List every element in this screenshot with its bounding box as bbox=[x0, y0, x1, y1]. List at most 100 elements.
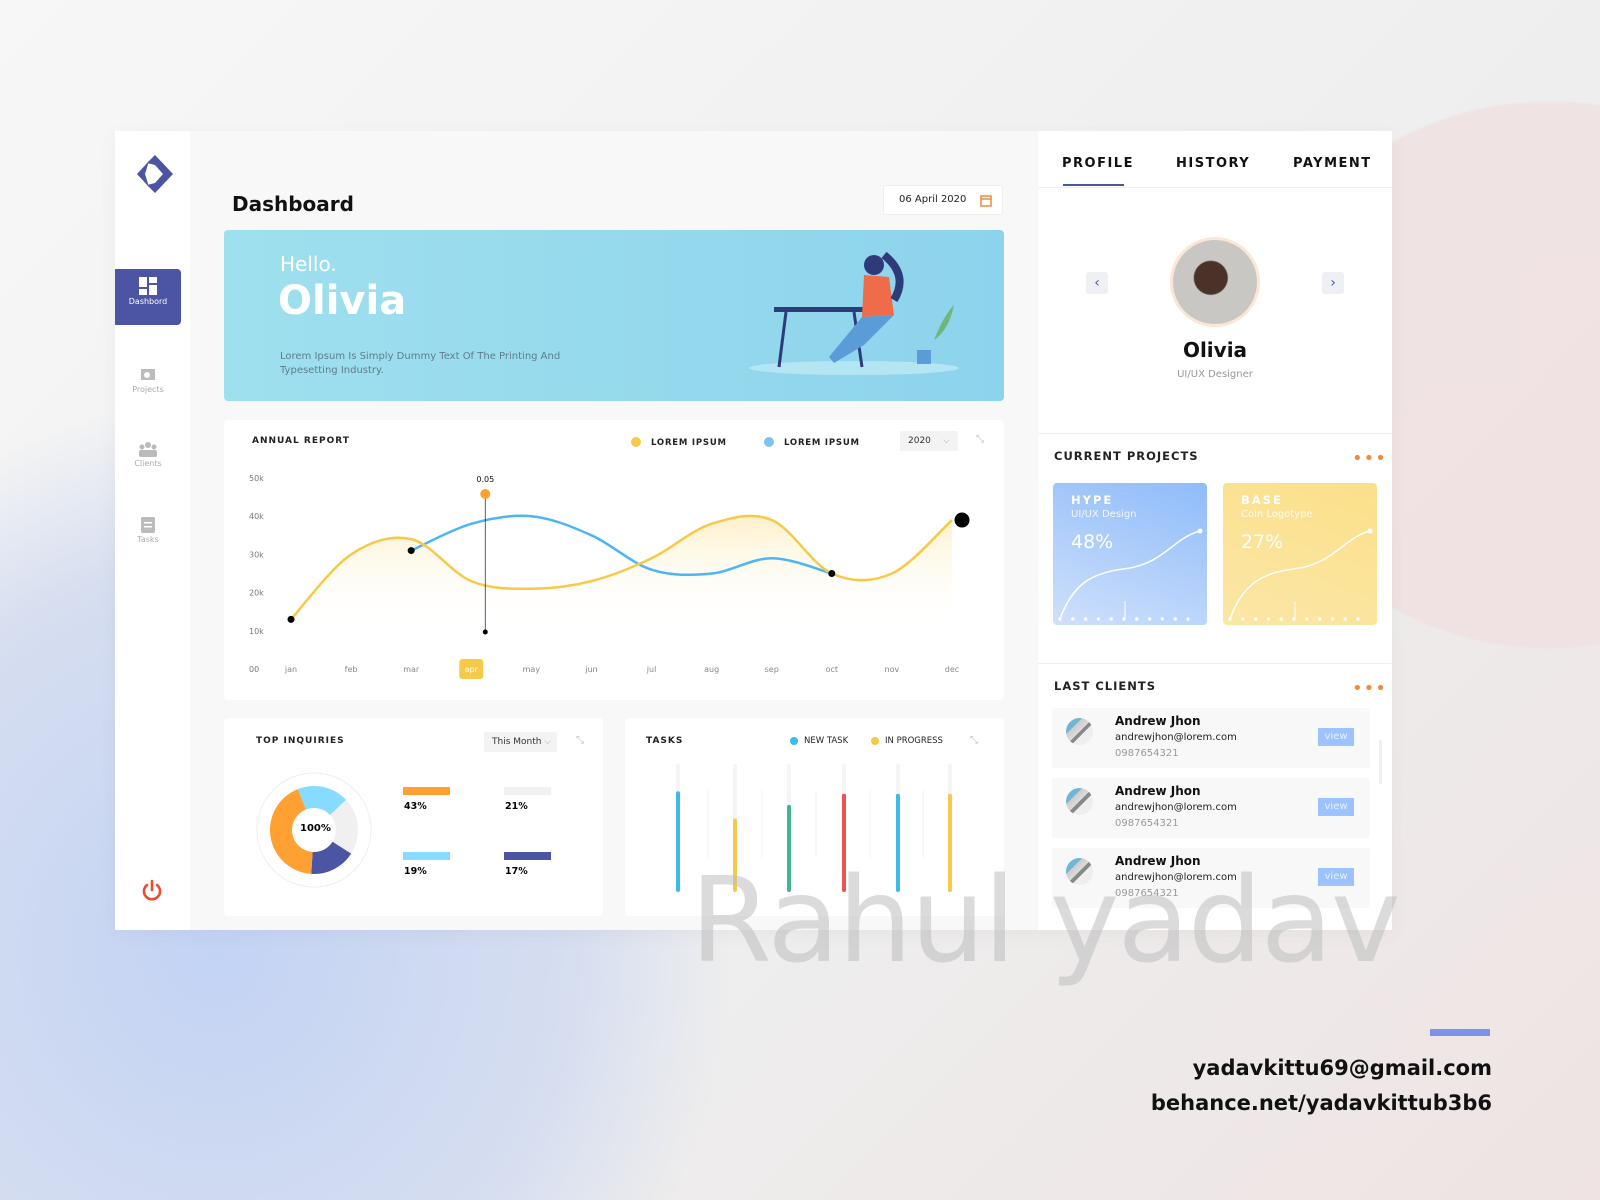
section-title: LAST CLIENTS bbox=[1054, 679, 1157, 693]
sidebar-item-dashboard[interactable]: Dashbord bbox=[115, 269, 181, 325]
x-tick-label: feb bbox=[345, 665, 358, 674]
data-point[interactable] bbox=[407, 547, 415, 555]
donut-center-label: 100% bbox=[300, 823, 331, 834]
logo-icon bbox=[137, 155, 173, 193]
annual-report-chart: 00 10k 20k 30k 40k 50k jan feb mar apr may jun jul au… bbox=[249, 474, 970, 679]
previous-profile-button[interactable]: ‹ bbox=[1086, 272, 1108, 294]
view-client-button[interactable]: view bbox=[1318, 728, 1354, 746]
date-picker[interactable]: 06 April 2020 bbox=[883, 185, 1003, 215]
inquiry-percent: 43% bbox=[404, 801, 427, 812]
accent-bar bbox=[1430, 1029, 1490, 1036]
inquiry-swatch bbox=[504, 852, 551, 860]
calendar-icon bbox=[980, 195, 992, 207]
view-client-button[interactable]: view bbox=[1318, 798, 1354, 816]
client-phone: 0987654321 bbox=[1115, 818, 1179, 829]
welcome-banner: Hello. Olivia Lorem Ipsum Is Simply Dumm… bbox=[224, 230, 1004, 401]
sidebar-item-projects[interactable]: Projects bbox=[115, 359, 181, 415]
y-tick-label: 40k bbox=[249, 512, 264, 521]
x-tick-label: oct bbox=[826, 665, 838, 674]
user-name: Olivia bbox=[278, 278, 407, 324]
divider bbox=[1038, 433, 1392, 434]
x-tick-label: jul bbox=[646, 665, 657, 674]
client-row[interactable]: Andrew Jhon andrewjhon@lorem.com 0987654… bbox=[1052, 708, 1370, 768]
greeting: Hello. bbox=[280, 252, 337, 276]
more-options-icon[interactable]: ••• bbox=[1352, 450, 1387, 468]
inquiry-swatch bbox=[504, 787, 551, 795]
y-tick-label: 50k bbox=[249, 474, 264, 483]
x-tick-label: sep bbox=[765, 665, 779, 674]
chevron-down-icon: ⌵ bbox=[544, 737, 551, 747]
power-icon[interactable] bbox=[140, 879, 164, 903]
data-point[interactable] bbox=[828, 570, 836, 577]
page-background: Dashbord Projects Clients Tasks Dashboar… bbox=[0, 0, 1600, 1200]
grid-icon bbox=[139, 277, 157, 295]
sidebar-item-label: Clients bbox=[134, 459, 162, 468]
date-value: 06 April 2020 bbox=[899, 194, 967, 205]
clipboard-icon bbox=[141, 517, 155, 533]
inquiry-percent: 21% bbox=[505, 801, 528, 812]
data-point[interactable] bbox=[287, 615, 295, 623]
watermark: Rahul yadav bbox=[690, 851, 1401, 989]
sidebar: Dashbord Projects Clients Tasks bbox=[115, 131, 190, 930]
card-title: TOP INQUIRIES bbox=[256, 736, 345, 746]
x-tick-label: jan bbox=[284, 665, 297, 674]
contact-email: yadavkittu69@gmail.com bbox=[1192, 1056, 1492, 1080]
collapse-icon[interactable]: ⤡ bbox=[576, 735, 584, 746]
inquiry-swatch bbox=[403, 787, 450, 795]
avatar bbox=[1170, 237, 1260, 327]
profile-name: Olivia bbox=[1182, 338, 1248, 362]
banner-text: Typesetting Industry. bbox=[280, 365, 384, 376]
x-tick-label: aug bbox=[704, 665, 719, 674]
behance-link: behance.net/yadavkittub3b6 bbox=[1150, 1091, 1492, 1115]
data-point[interactable] bbox=[954, 512, 970, 528]
inquiry-percent: 17% bbox=[505, 866, 528, 877]
next-profile-button[interactable]: › bbox=[1322, 272, 1344, 294]
client-email: andrewjhon@lorem.com bbox=[1115, 802, 1237, 813]
client-row[interactable]: Andrew Jhon andrewjhon@lorem.com 0987654… bbox=[1052, 778, 1370, 838]
y-tick-label: 00 bbox=[249, 665, 259, 674]
tab-profile[interactable]: PROFILE bbox=[1062, 156, 1134, 171]
x-tick-label: may bbox=[523, 665, 541, 674]
y-tick-label: 30k bbox=[249, 550, 264, 559]
users-icon bbox=[139, 442, 157, 457]
x-tick-label: mar bbox=[403, 665, 420, 674]
y-tick-label: 20k bbox=[249, 589, 264, 598]
sidebar-item-clients[interactable]: Clients bbox=[115, 433, 181, 489]
project-card[interactable]: HYPE UI/UX Design 48% bbox=[1053, 483, 1207, 625]
sidebar-item-label: Projects bbox=[132, 385, 164, 394]
illustration-woman-at-desk bbox=[749, 251, 959, 375]
tooltip-value: 0.05 bbox=[476, 475, 494, 484]
divider bbox=[1038, 187, 1392, 188]
more-options-icon[interactable]: ••• bbox=[1352, 680, 1387, 698]
client-name: Andrew Jhon bbox=[1115, 784, 1201, 798]
tab-history[interactable]: HISTORY bbox=[1176, 156, 1250, 171]
inquiry-swatch bbox=[403, 852, 450, 860]
sidebar-item-label: Tasks bbox=[137, 535, 159, 544]
inquiry-percent: 19% bbox=[404, 866, 427, 877]
hover-marker[interactable] bbox=[480, 489, 491, 499]
project-card[interactable]: BASE Coin Logotype 27% bbox=[1223, 483, 1377, 625]
progress-curve bbox=[1058, 528, 1203, 621]
x-tick-label: dec bbox=[945, 665, 959, 674]
banner-text: Lorem Ipsum Is Simply Dummy Text Of The … bbox=[280, 351, 561, 362]
client-avatar bbox=[1066, 718, 1093, 745]
sidebar-item-tasks[interactable]: Tasks bbox=[115, 507, 181, 563]
presentation-icon bbox=[141, 369, 155, 380]
y-tick-label: 10k bbox=[249, 627, 264, 636]
page-title: Dashboard bbox=[232, 192, 354, 216]
period-select[interactable]: This Month ⌵ bbox=[484, 732, 557, 752]
active-tab-indicator bbox=[1063, 184, 1124, 186]
x-tick-label: jun bbox=[584, 665, 597, 674]
scrollbar[interactable] bbox=[1379, 740, 1382, 784]
divider bbox=[1038, 663, 1392, 664]
x-tick-label: apr bbox=[465, 665, 479, 674]
client-name: Andrew Jhon bbox=[1115, 714, 1201, 728]
data-point bbox=[482, 629, 488, 635]
client-phone: 0987654321 bbox=[1115, 748, 1179, 759]
sidebar-item-label: Dashbord bbox=[128, 297, 168, 306]
client-email: andrewjhon@lorem.com bbox=[1115, 732, 1237, 743]
client-avatar bbox=[1066, 788, 1093, 815]
x-tick-label: nov bbox=[885, 665, 900, 674]
tab-payment[interactable]: PAYMENT bbox=[1293, 156, 1372, 171]
profile-role: UI/UX Designer bbox=[1177, 369, 1253, 380]
